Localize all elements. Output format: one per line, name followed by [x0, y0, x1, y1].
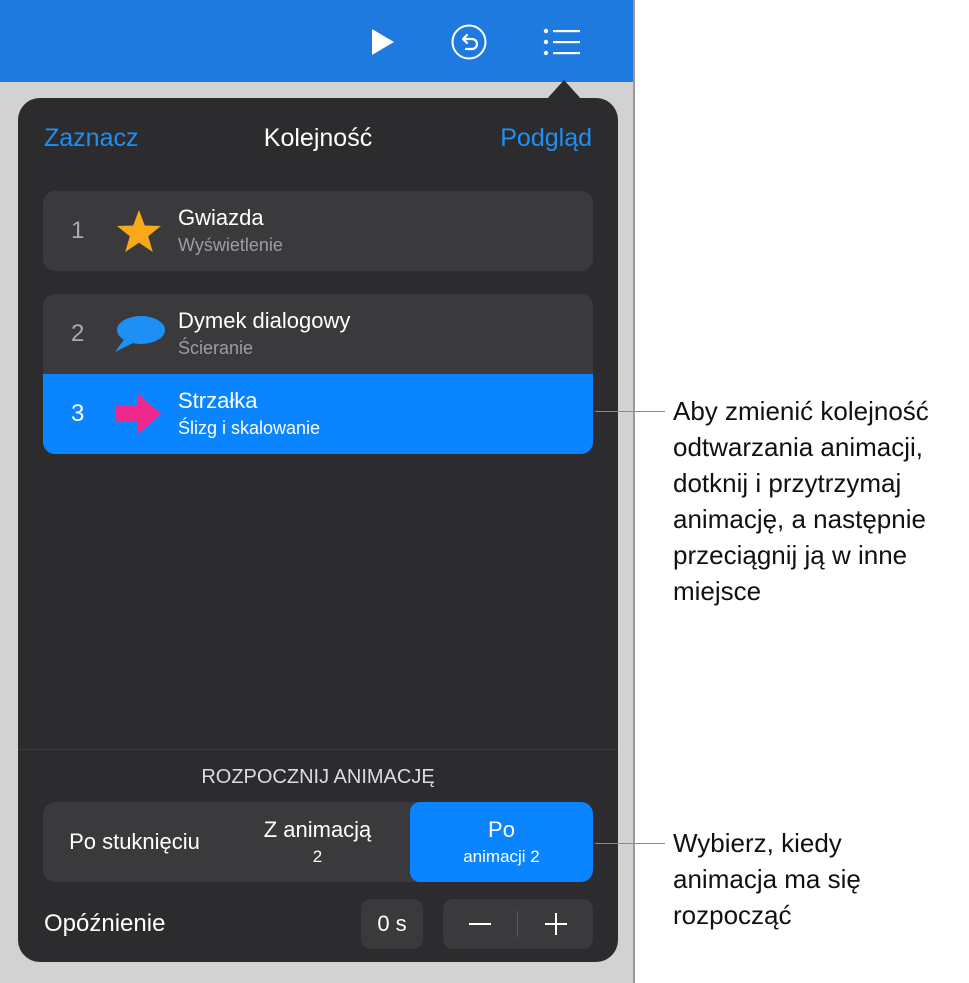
start-animation-label: ROZPOCZNIJ ANIMACJĘ	[201, 766, 435, 788]
plus-icon	[545, 913, 567, 935]
animation-group-1: 1 Gwiazda Wyświetlenie	[43, 191, 593, 271]
animation-group-2: 2 Dymek dialogowy Ścieranie 3 Strzałka Ś…	[43, 294, 593, 454]
animation-effect: Ślizg i skalowanie	[178, 418, 321, 438]
animation-effect: Wyświetlenie	[178, 235, 283, 255]
segment-on-tap[interactable]: Po stuknięciu	[43, 802, 226, 882]
animation-row-speech-bubble[interactable]: 2 Dymek dialogowy Ścieranie	[43, 294, 593, 374]
play-button[interactable]	[360, 20, 404, 64]
segment-sublabel: 2	[312, 847, 323, 866]
delay-stepper	[443, 899, 593, 949]
undo-button[interactable]	[447, 20, 491, 64]
animation-order-popover: Zaznacz Kolejność Podgląd 1 Gwiazda Wyśw…	[18, 98, 618, 962]
animation-number: 2	[71, 320, 85, 347]
animation-row-star[interactable]: 1 Gwiazda Wyświetlenie	[43, 191, 593, 271]
delay-label: Opóźnienie	[44, 910, 166, 937]
toolbar	[0, 0, 635, 82]
animation-name: Gwiazda	[178, 205, 264, 230]
segment-label: Po	[488, 817, 515, 842]
segment-with-animation[interactable]: Z animacją 2	[226, 802, 409, 882]
play-icon	[372, 29, 394, 55]
animation-row-arrow[interactable]: 3 Strzałka Ślizg i skalowanie	[43, 374, 593, 454]
stepper-divider	[517, 911, 518, 937]
device-screen: Zaznacz Kolejność Podgląd 1 Gwiazda Wyśw…	[0, 0, 635, 983]
segment-sublabel: animacji 2	[463, 847, 540, 866]
callout-start-text: Wybierz, kiedy animacja ma się rozpocząć	[673, 828, 861, 930]
segment-after-animation[interactable]: Po animacji 2	[410, 802, 593, 882]
delay-value-field[interactable]: 0 s	[361, 899, 423, 949]
animation-name: Dymek dialogowy	[178, 308, 351, 333]
start-trigger-segmented-control: Po stuknięciu Z animacją 2 Po animacji 2	[43, 802, 593, 882]
section-divider	[18, 749, 618, 750]
animation-name: Strzałka	[178, 388, 258, 413]
arrow-icon	[115, 393, 161, 435]
callout-leader-line	[595, 411, 665, 412]
speech-bubble-icon	[115, 316, 165, 352]
device-edge	[633, 0, 635, 983]
decrease-button[interactable]	[443, 899, 517, 949]
callout-reorder-text: Aby zmienić kolejność odtwarzania animac…	[673, 396, 929, 606]
popover-arrow	[546, 80, 582, 100]
increase-button[interactable]	[519, 899, 593, 949]
animation-number: 1	[71, 217, 85, 244]
segment-label: Z animacją	[263, 817, 372, 842]
minus-icon	[469, 923, 491, 925]
animation-effect: Ścieranie	[178, 338, 254, 358]
animation-number: 3	[71, 400, 85, 427]
undo-icon	[451, 24, 487, 60]
animation-list-button[interactable]	[540, 20, 584, 64]
callout-leader-line	[595, 843, 665, 844]
segment-label: Po stuknięciu	[69, 829, 200, 854]
star-icon	[117, 210, 161, 252]
preview-button[interactable]: Podgląd	[500, 124, 592, 153]
list-icon	[543, 28, 580, 56]
